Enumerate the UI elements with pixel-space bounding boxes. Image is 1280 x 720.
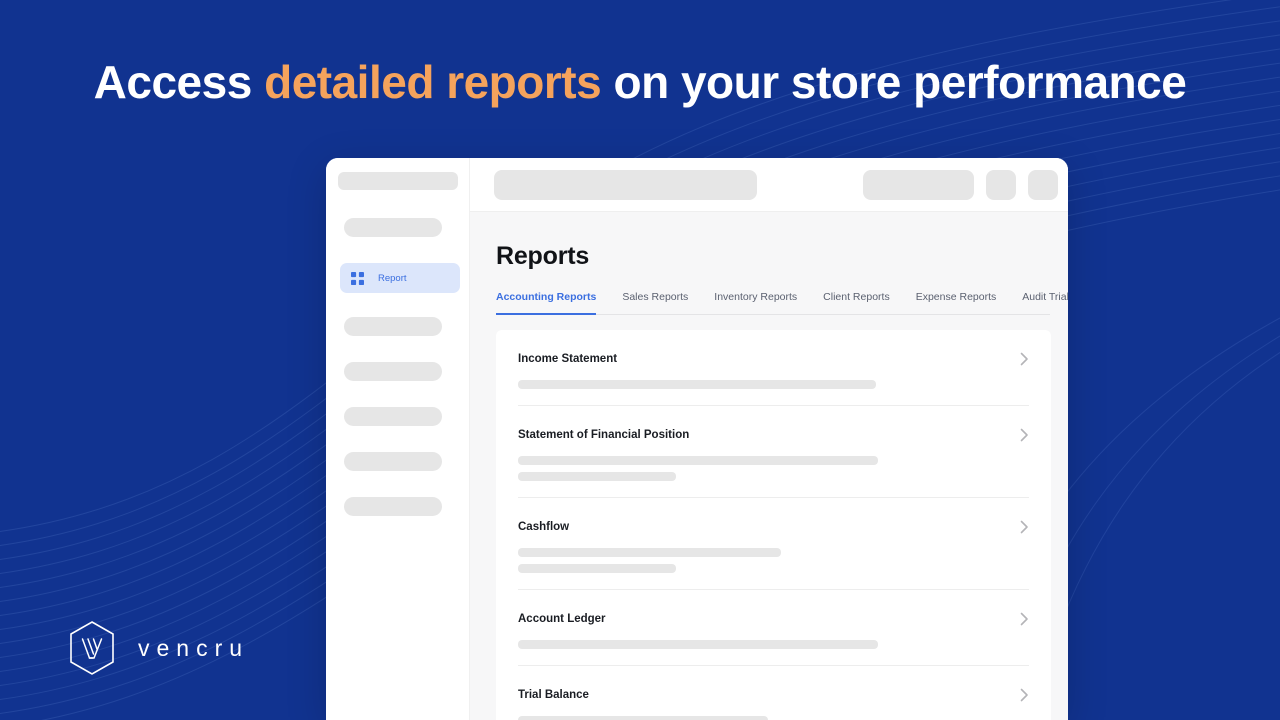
report-content-skeleton [518, 716, 1029, 720]
brand-wordmark: vencru [138, 634, 250, 661]
app-window-mockup: Report Reports Accounting Reports Sales R… [326, 158, 1068, 720]
vencru-hexagon-logo-icon [70, 621, 114, 675]
sidebar-item-skeleton[interactable] [344, 317, 442, 336]
skeleton-line [518, 564, 677, 573]
report-title: Statement of Financial Position [518, 429, 690, 441]
report-content-skeleton [518, 456, 1029, 481]
report-row[interactable]: Cashflow [518, 498, 1029, 590]
tab-audit-trial[interactable]: Audit Trial [1022, 291, 1068, 315]
top-bar [470, 158, 1068, 212]
report-row-header: Income Statement [518, 352, 1029, 366]
icon-button-skeleton-2[interactable] [1028, 169, 1058, 200]
report-content-skeleton [518, 640, 1029, 649]
sidebar-item-skeleton[interactable] [344, 497, 442, 516]
report-row[interactable]: Statement of Financial Position [518, 406, 1029, 498]
chevron-right-icon[interactable] [1020, 352, 1029, 366]
report-row-header: Statement of Financial Position [518, 428, 1029, 442]
page-headline: Access detailed reports on your store pe… [0, 55, 1280, 109]
report-content-skeleton [518, 380, 1029, 389]
chevron-right-icon[interactable] [1020, 520, 1029, 534]
report-row[interactable]: Trial Balance [518, 666, 1029, 720]
search-input-skeleton[interactable] [494, 169, 757, 200]
reports-page: Reports Accounting Reports Sales Reports I… [470, 212, 1068, 720]
brand-logo: vencru [68, 620, 249, 676]
skeleton-line [518, 548, 782, 557]
report-row[interactable]: Income Statement [518, 330, 1029, 406]
sidebar-item-skeleton[interactable] [344, 362, 442, 381]
chevron-right-icon[interactable] [1020, 688, 1029, 702]
icon-button-skeleton-1[interactable] [986, 169, 1016, 200]
sidebar-item-report[interactable]: Report [340, 263, 460, 293]
report-list-card: Income Statement Statement of Financial P… [496, 330, 1051, 720]
report-row-header: Account Ledger [518, 612, 1029, 626]
headline-accent: detailed reports [264, 56, 602, 108]
sidebar-logo-skeleton [338, 172, 458, 190]
tab-bar: Accounting Reports Sales Reports Inventory… [496, 291, 1068, 315]
tab-inventory-reports[interactable]: Inventory Reports [714, 291, 797, 315]
report-row[interactable]: Account Ledger [518, 590, 1029, 666]
tab-client-reports[interactable]: Client Reports [823, 291, 890, 315]
report-content-skeleton [518, 548, 1029, 573]
report-title: Cashflow [518, 521, 570, 533]
action-button-skeleton[interactable] [863, 169, 974, 200]
sidebar-item-skeleton[interactable] [344, 452, 442, 471]
chevron-right-icon[interactable] [1020, 428, 1029, 442]
sidebar: Report [326, 158, 470, 720]
sidebar-item-skeleton[interactable] [344, 407, 442, 426]
page-title: Reports [496, 242, 590, 270]
sidebar-item-report-label: Report [378, 272, 407, 284]
tab-expense-reports[interactable]: Expense Reports [916, 291, 997, 315]
headline-part-2: on your store performance [601, 56, 1187, 108]
report-title: Income Statement [518, 353, 618, 365]
chevron-right-icon[interactable] [1020, 612, 1029, 626]
sidebar-item-skeleton[interactable] [344, 218, 442, 237]
report-title: Account Ledger [518, 613, 606, 625]
promo-banner: Access detailed reports on your store pe… [0, 0, 1280, 720]
main-content: Reports Accounting Reports Sales Reports I… [470, 158, 1068, 720]
tab-accounting-reports[interactable]: Accounting Reports [496, 291, 597, 315]
skeleton-line [518, 456, 879, 465]
skeleton-line [518, 716, 769, 720]
skeleton-line [518, 380, 876, 389]
grid-icon [351, 271, 364, 285]
report-row-header: Cashflow [518, 520, 1029, 534]
skeleton-line [518, 472, 677, 481]
report-title: Trial Balance [518, 689, 589, 701]
skeleton-line [518, 640, 879, 649]
tab-sales-reports[interactable]: Sales Reports [622, 291, 688, 315]
report-row-header: Trial Balance [518, 688, 1029, 702]
headline-part-1: Access [93, 56, 265, 108]
